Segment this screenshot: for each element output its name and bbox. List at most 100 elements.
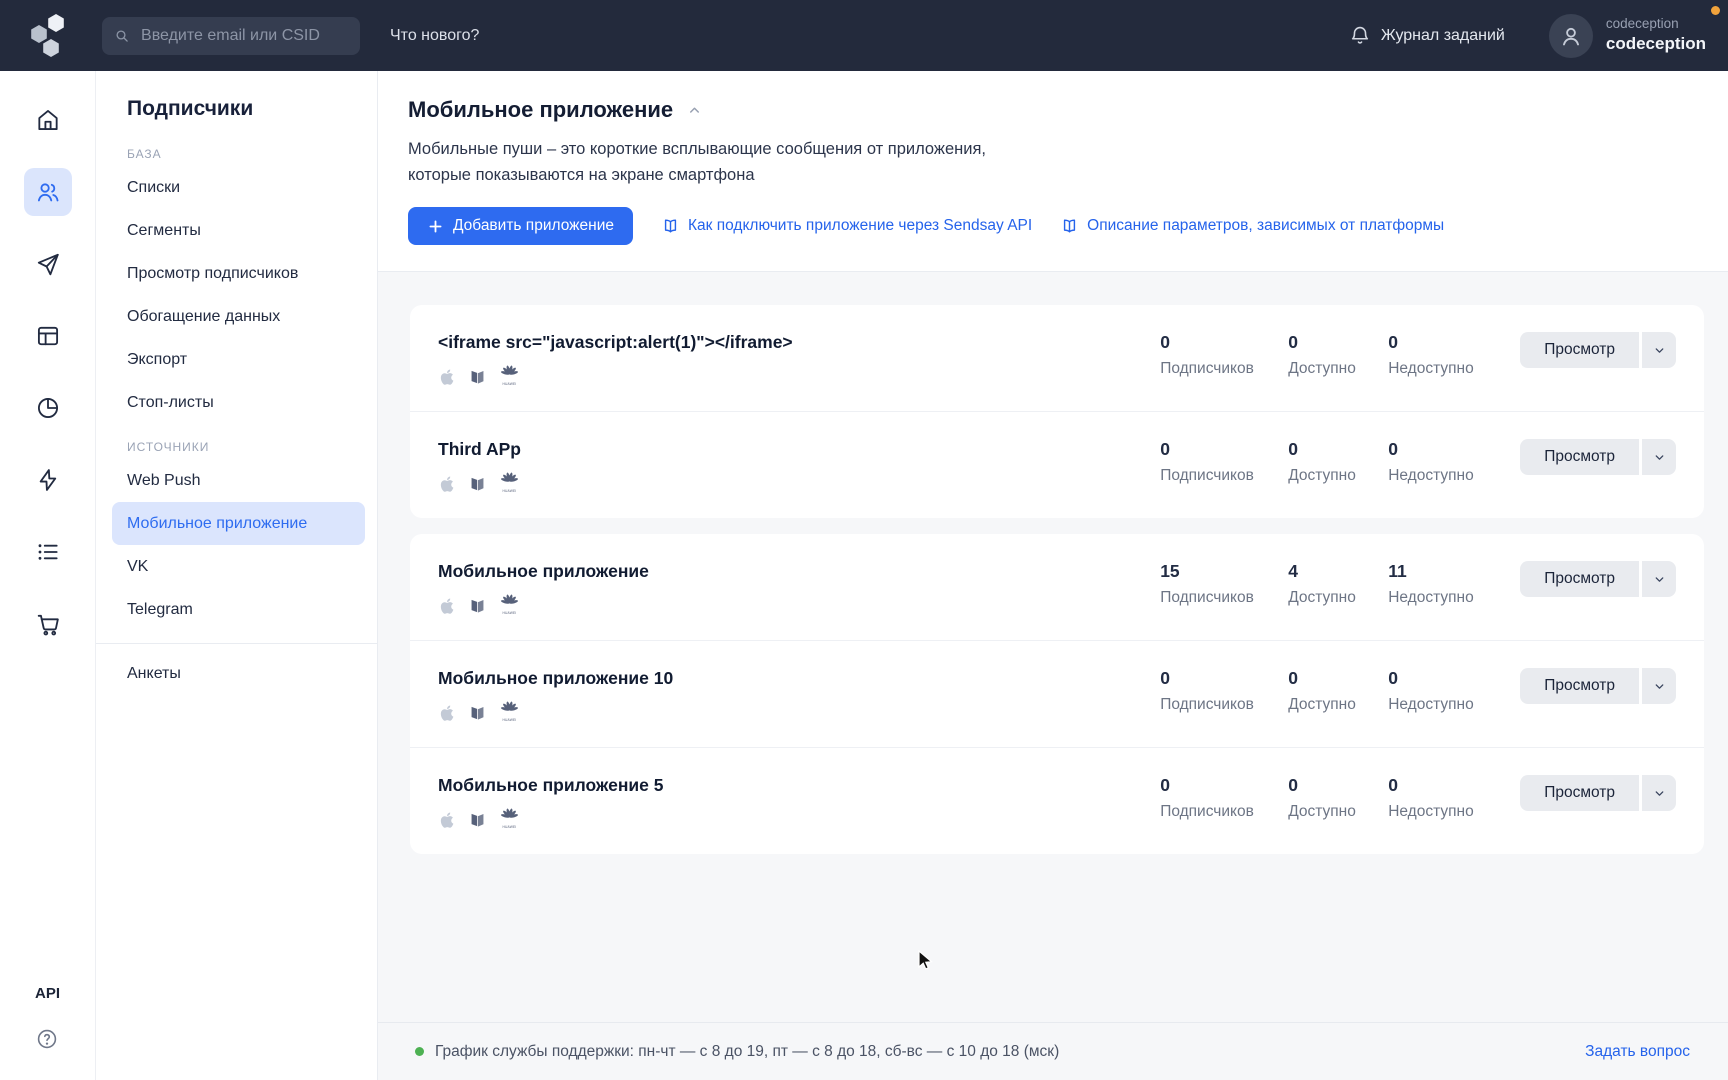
subscribers-count: 0 <box>1160 332 1170 352</box>
view-dropdown-button[interactable] <box>1642 775 1676 811</box>
app-row: Мобильное приложение 5 HUAWEI 0 Подписчи… <box>410 747 1704 854</box>
view-button[interactable]: Просмотр <box>1520 668 1639 704</box>
global-search[interactable] <box>102 16 360 55</box>
help-icon[interactable] <box>35 1027 59 1054</box>
chevron-down-icon <box>1655 790 1663 796</box>
unavailable-count: 0 <box>1388 439 1398 459</box>
unavailable-label: Недоступно <box>1388 696 1474 713</box>
home-icon[interactable] <box>24 96 72 144</box>
unavailable-count: 0 <box>1388 668 1398 688</box>
subscribers-icon[interactable] <box>23 168 72 216</box>
api-link[interactable]: API <box>29 984 66 1003</box>
task-journal-button[interactable]: Журнал заданий <box>1349 25 1505 47</box>
support-status-dot <box>415 1047 424 1056</box>
account-org: codeception <box>1605 16 1679 32</box>
app-row: Мобильное приложение 10 HUAWEI 0 Подписч… <box>410 640 1704 747</box>
sidebar-title: Подписчики <box>127 97 254 120</box>
app-name: Мобильное приложение <box>438 561 649 581</box>
sidebar-item-web-push[interactable]: Web Push <box>112 459 365 502</box>
list-icon[interactable] <box>24 528 72 576</box>
view-dropdown-button[interactable] <box>1642 332 1676 368</box>
app-platforms: HUAWEI <box>438 700 1160 724</box>
unavailable-count: 11 <box>1388 561 1407 581</box>
app-list: <iframe src="javascript:alert(1)"></ifra… <box>378 272 1728 1022</box>
subscribers-count: 0 <box>1160 775 1170 795</box>
rustore-icon <box>471 813 484 827</box>
platform-params-doc-link[interactable]: Описание параметров, зависимых от платфо… <box>1060 217 1444 236</box>
support-schedule: График службы поддержки: пн-чт — с 8 до … <box>435 1042 1060 1060</box>
available-count: 4 <box>1288 561 1298 581</box>
layout-icon[interactable] <box>24 312 72 360</box>
view-dropdown-button[interactable] <box>1642 668 1676 704</box>
chevron-down-icon <box>1655 576 1663 582</box>
view-button[interactable]: Просмотр <box>1520 332 1639 368</box>
view-button[interactable]: Просмотр <box>1520 561 1639 597</box>
chevron-down-icon <box>1655 347 1663 353</box>
app-platforms: HUAWEI <box>438 471 1160 495</box>
unavailable-count: 0 <box>1388 332 1398 352</box>
api-connect-doc-link[interactable]: Как подключить приложение через Sendsay … <box>661 217 1032 236</box>
plus-icon <box>429 220 442 232</box>
search-icon <box>116 29 128 42</box>
app-card: Мобильное приложение HUAWEI 15 Подписчик… <box>410 534 1704 854</box>
unavailable-label: Недоступно <box>1388 467 1474 484</box>
journal-label: Журнал заданий <box>1380 26 1505 44</box>
ask-question-link[interactable]: Задать вопрос <box>1585 1043 1690 1061</box>
view-dropdown-button[interactable] <box>1642 439 1676 475</box>
bell-icon <box>1351 26 1368 44</box>
sidebar-section: БАЗА Списки Сегменты Просмотр подписчиков О… <box>112 147 365 424</box>
svg-text:HUAWEI: HUAWEI <box>502 718 516 722</box>
sidebar-item-vk[interactable]: VK <box>112 545 365 588</box>
sidebar-item-сегменты[interactable]: Сегменты <box>112 209 365 252</box>
rustore-icon <box>471 599 484 613</box>
sidebar-item-мобильное-приложение[interactable]: Мобильное приложение <box>112 502 365 545</box>
app-platforms: HUAWEI <box>438 807 1160 831</box>
collapse-section-button[interactable] <box>685 101 704 120</box>
app-row: Мобильное приложение HUAWEI 15 Подписчик… <box>410 534 1704 640</box>
huawei-icon: HUAWEI <box>500 701 519 722</box>
chevron-down-icon <box>1655 454 1663 460</box>
sidebar-item-telegram[interactable]: Telegram <box>112 588 365 631</box>
sidebar-item-экспорт[interactable]: Экспорт <box>112 338 365 381</box>
view-dropdown-button[interactable] <box>1642 561 1676 597</box>
rustore-icon <box>471 477 484 491</box>
whats-new-link[interactable]: Что нового? <box>390 27 479 45</box>
apple-icon <box>440 476 454 492</box>
subscribers-label: Подписчиков <box>1160 360 1254 377</box>
campaigns-send-icon[interactable] <box>24 240 72 288</box>
sidebar-item-списки[interactable]: Списки <box>112 166 365 209</box>
available-count: 0 <box>1288 668 1298 688</box>
app-platforms: HUAWEI <box>438 593 1160 617</box>
add-app-button[interactable]: Добавить приложение <box>408 207 633 245</box>
topbar: Что нового? Журнал заданий codeception c… <box>0 0 1728 71</box>
app-row: <iframe src="javascript:alert(1)"></ifra… <box>410 305 1704 411</box>
unavailable-count: 0 <box>1388 775 1398 795</box>
view-button[interactable]: Просмотр <box>1520 439 1639 475</box>
search-input[interactable] <box>139 25 348 46</box>
store-cart-icon[interactable] <box>24 600 72 648</box>
sidebar-item-ankety[interactable]: Анкеты <box>112 652 365 695</box>
automation-zap-icon[interactable] <box>24 456 72 504</box>
sidebar-item-просмотр-подписчиков[interactable]: Просмотр подписчиков <box>112 252 365 295</box>
subscribers-label: Подписчиков <box>1160 696 1254 713</box>
svg-text:HUAWEI: HUAWEI <box>502 382 516 386</box>
sidebar: Подписчики БАЗА Списки Сегменты Просмотр п… <box>96 71 378 1080</box>
book-icon <box>1064 218 1076 232</box>
avatar <box>1548 13 1593 58</box>
account-menu[interactable]: codeception codeception <box>1548 13 1706 58</box>
app-name: <iframe src="javascript:alert(1)"></ifra… <box>438 332 793 352</box>
sidebar-section-label: ИСТОЧНИКИ <box>127 440 210 454</box>
view-button[interactable]: Просмотр <box>1520 775 1639 811</box>
sidebar-item-стоп-листы[interactable]: Стоп-листы <box>112 381 365 424</box>
sidebar-item-обогащение-данных[interactable]: Обогащение данных <box>112 295 365 338</box>
recording-indicator-dot <box>1711 6 1720 15</box>
available-label: Доступно <box>1288 803 1356 820</box>
app-logo-icon[interactable] <box>26 12 74 60</box>
available-count: 0 <box>1288 332 1298 352</box>
footer: График службы поддержки: пн-чт — с 8 до … <box>378 1022 1728 1080</box>
statistics-pie-icon[interactable] <box>24 384 72 432</box>
sidebar-section: ИСТОЧНИКИ Web Push Мобильное приложение VK… <box>112 440 365 631</box>
subscribers-count: 15 <box>1160 561 1180 581</box>
chevron-down-icon <box>1655 683 1663 689</box>
available-label: Доступно <box>1288 589 1356 606</box>
